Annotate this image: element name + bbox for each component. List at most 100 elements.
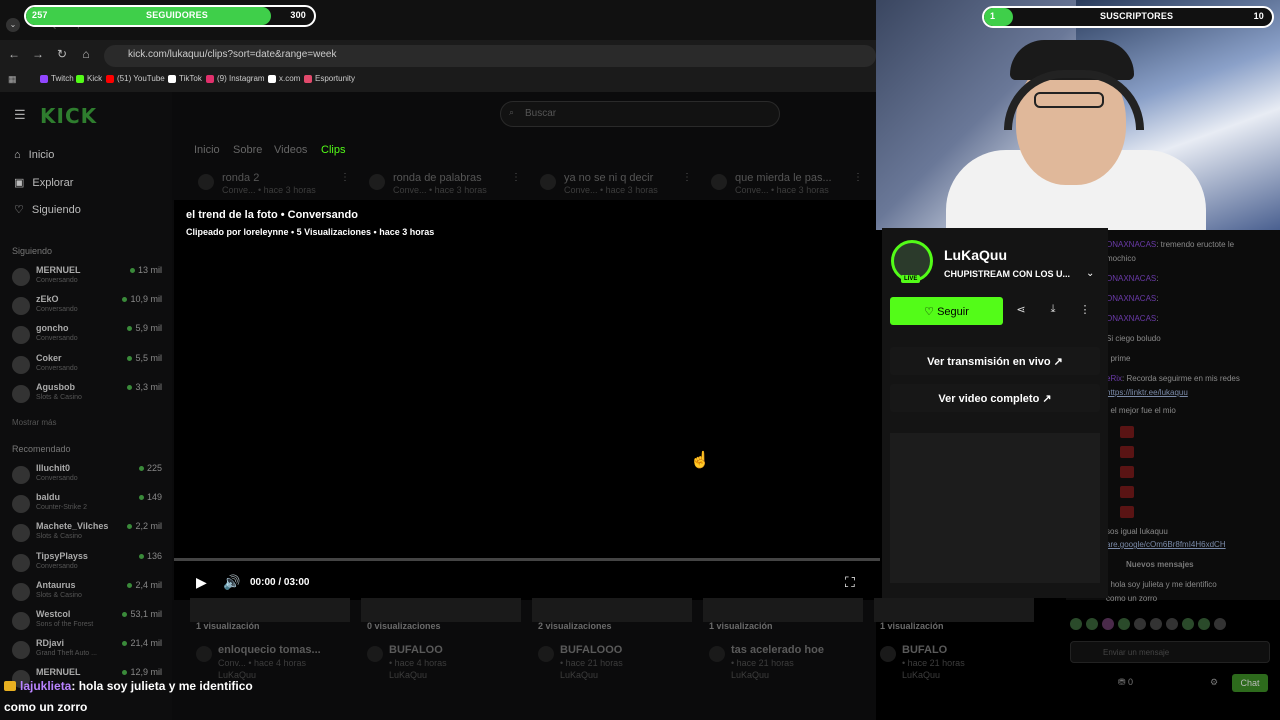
- clip-card-title: BUFALO: [902, 644, 948, 656]
- chat-text: :: [1156, 314, 1159, 323]
- points-icon[interactable]: ⛃ 0: [1118, 677, 1133, 688]
- progress-bar[interactable]: [174, 558, 880, 561]
- reload-icon[interactable]: ↻: [54, 47, 70, 61]
- bookmark-xcom[interactable]: x.com: [268, 74, 300, 83]
- more-icon[interactable]: ⋮: [1075, 303, 1095, 316]
- kick-logo[interactable]: KICK: [40, 104, 97, 128]
- more-icon[interactable]: ⋮: [853, 172, 863, 183]
- bookmark-esportunity[interactable]: Esportunity: [304, 74, 355, 83]
- channel-avatar: [540, 174, 556, 190]
- channel-item[interactable]: zEkO Conversando 10,9 mil: [12, 294, 162, 320]
- bookmark-label: Esportunity: [315, 74, 356, 83]
- channel-item[interactable]: TipsyPlayss Conversando 136: [12, 551, 162, 577]
- clip-card[interactable]: ronda 2 Conve... • hace 3 horas ⋮: [194, 172, 354, 196]
- channel-item[interactable]: goncho Conversando 5,9 mil: [12, 323, 162, 349]
- nav-explorar[interactable]: ▣ Explorar: [14, 176, 73, 190]
- follow-button[interactable]: ♡ Seguir: [890, 297, 1003, 325]
- show-more-link[interactable]: Mostrar más: [12, 418, 56, 427]
- play-icon[interactable]: ▶: [196, 574, 207, 591]
- channel-avatar: [709, 646, 725, 662]
- clip-card[interactable]: BUFALO • hace 21 horas LuKaQuu: [874, 644, 1034, 684]
- clip-card[interactable]: que mierda le pas... Conve... • hace 3 ho…: [707, 172, 867, 196]
- clip-thumbnail[interactable]: [532, 598, 692, 622]
- chat-text: mochico: [1106, 254, 1136, 263]
- forward-icon[interactable]: →: [30, 47, 46, 61]
- clip-card[interactable]: tas acelerado hoe • hace 21 horas LuKaQuu: [703, 644, 863, 684]
- bookmark-twitch[interactable]: Twitch: [40, 74, 74, 83]
- clip-card-meta: Conv... • hace 4 horas: [218, 658, 307, 668]
- search-input[interactable]: Buscar: [500, 101, 780, 127]
- chat-text[interactable]: https://linktr.ee/lukaquu: [1106, 388, 1188, 397]
- clip-thumbnail[interactable]: [703, 598, 863, 622]
- clip-card[interactable]: BUFALOO • hace 4 horas LuKaQuu: [361, 644, 521, 684]
- tab-inicio[interactable]: Inicio: [194, 144, 220, 156]
- chat-message: ONAXNACAS:: [1106, 294, 1158, 303]
- clip-card-owner: LuKaQuu: [902, 670, 941, 680]
- clip-card[interactable]: enloquecio tomas... Conv... • hace 4 hora…: [190, 644, 350, 684]
- bookmark-tiktok[interactable]: TikTok: [168, 74, 202, 83]
- watch-full-button[interactable]: Ver video completo ↗: [890, 384, 1100, 412]
- clip-player[interactable]: [174, 200, 880, 600]
- settings-icon[interactable]: ⚙: [1210, 677, 1218, 688]
- nav-inicio[interactable]: ⌂ Inicio: [14, 149, 54, 161]
- tab-clips[interactable]: Clips: [321, 144, 345, 156]
- chat-message: ONAXNACAS: tremendo eructote le: [1106, 240, 1234, 249]
- chat-username[interactable]: ONAXNACAS: [1106, 314, 1156, 323]
- back-icon[interactable]: ←: [6, 47, 22, 61]
- clip-card[interactable]: ya no se ni q decir Conve... • hace 3 hor…: [536, 172, 696, 196]
- download-icon[interactable]: ⤓: [1043, 303, 1063, 316]
- clip-card[interactable]: BUFALOOO • hace 21 horas LuKaQuu: [532, 644, 692, 684]
- bookmark-label: Twitch: [51, 74, 74, 83]
- viewer-count: 149: [139, 492, 162, 502]
- more-icon[interactable]: ⋮: [340, 172, 350, 183]
- menu-icon[interactable]: ☰: [14, 107, 26, 123]
- channel-avatar: [369, 174, 385, 190]
- new-messages-divider[interactable]: Nuevos mensajes: [1126, 560, 1194, 569]
- channel-item[interactable]: Agusbob Slots & Casino 3,3 mil: [12, 382, 162, 408]
- bookmark-youtube[interactable]: (51) YouTube: [106, 74, 165, 83]
- channel-name[interactable]: LuKaQuu: [944, 247, 1007, 263]
- channel-item[interactable]: MERNUEL Conversando 13 mil: [12, 265, 162, 291]
- apps-icon[interactable]: ▦: [8, 74, 17, 85]
- channel-item[interactable]: baldu Counter-Strike 2 149: [12, 492, 162, 518]
- watch-live-button[interactable]: Ver transmisión en vivo ↗: [890, 347, 1100, 375]
- clip-thumbnail[interactable]: [361, 598, 521, 622]
- followers-goal-bar: 257 SEGUIDORES 300: [24, 5, 316, 27]
- nav-label: Siguiendo: [31, 203, 81, 216]
- home-icon[interactable]: ⌂: [78, 47, 94, 61]
- channel-item[interactable]: RDjavi Grand Theft Auto ... 21,4 mil: [12, 638, 162, 664]
- viewer-count: 5,5 mil: [127, 353, 162, 363]
- tab-sobre[interactable]: Sobre: [233, 144, 262, 156]
- chat-send-button[interactable]: Chat: [1232, 674, 1268, 692]
- volume-icon[interactable]: 🔊: [223, 574, 240, 591]
- fullscreen-icon[interactable]: ⛶: [845, 574, 855, 591]
- tiktok-icon: [168, 74, 176, 83]
- chat-username[interactable]: ONAXNACAS: [1106, 294, 1156, 303]
- clip-card[interactable]: ronda de palabras Conve... • hace 3 horas…: [365, 172, 525, 196]
- chat-username[interactable]: ONAXNACAS: [1106, 240, 1156, 249]
- nav-siguiendo[interactable]: ♡ Siguiendo: [14, 203, 81, 217]
- chat-username[interactable]: eRix: [1106, 374, 1122, 383]
- more-icon[interactable]: ⋮: [511, 172, 521, 183]
- channel-item[interactable]: Machete_Vilches Slots & Casino 2,2 mil: [12, 521, 162, 547]
- chat-username[interactable]: ONAXNACAS: [1106, 274, 1156, 283]
- channel-item[interactable]: Antaurus Slots & Casino 2,4 mil: [12, 580, 162, 606]
- clip-card-title: que mierda le pas...: [735, 172, 832, 184]
- chat-text[interactable]: are.google/cOm6Br8fmI4H6xdCH: [1106, 540, 1226, 549]
- bookmark-kick[interactable]: Kick: [76, 74, 102, 83]
- emote-bar[interactable]: [1070, 618, 1270, 632]
- channel-item[interactable]: Illuchit0 Conversando 225: [12, 463, 162, 489]
- channel-item[interactable]: Coker Conversando 5,5 mil: [12, 353, 162, 379]
- chevron-down-icon[interactable]: ⌄: [1086, 268, 1094, 279]
- clip-thumbnail[interactable]: [190, 598, 350, 622]
- chat-text: sos igual lukaquu: [1106, 527, 1168, 536]
- tab-menu-icon[interactable]: ⌄: [6, 18, 20, 32]
- more-icon[interactable]: ⋮: [682, 172, 692, 183]
- tab-videos[interactable]: Videos: [274, 144, 307, 156]
- channel-item[interactable]: Westcol Sons of the Forest 53,1 mil: [12, 609, 162, 635]
- address-bar[interactable]: kick.com/lukaquu/clips?sort=date&range=w…: [104, 45, 876, 67]
- bookmark-instagram[interactable]: (9) Instagram: [206, 74, 265, 83]
- chat-input[interactable]: Enviar un mensaje: [1070, 641, 1270, 663]
- share-icon[interactable]: ⋖: [1011, 303, 1031, 316]
- clip-thumbnail[interactable]: [874, 598, 1034, 622]
